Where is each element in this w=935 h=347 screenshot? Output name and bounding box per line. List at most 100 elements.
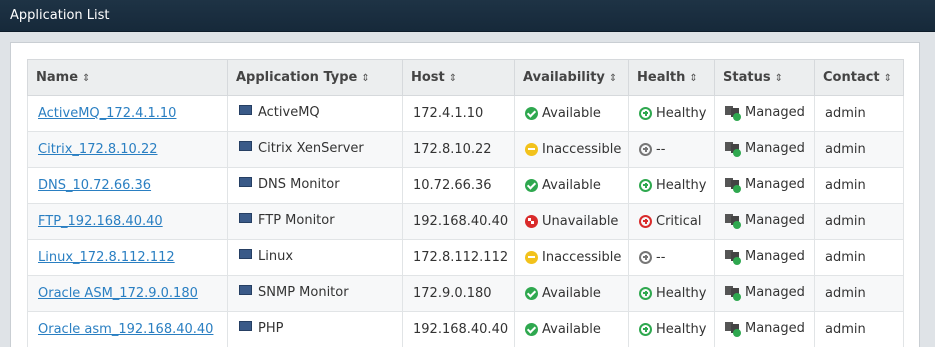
cell-application-type: DNS Monitor xyxy=(227,167,403,204)
health-icon xyxy=(639,106,652,120)
cell-availability: Available xyxy=(514,275,629,312)
cell-health: -- xyxy=(628,131,715,168)
column-header-name[interactable]: Name ⇕ xyxy=(27,59,228,96)
availability-label: Available xyxy=(542,177,601,193)
application-type-label: FTP Monitor xyxy=(258,213,335,228)
sort-icon[interactable]: ⇕ xyxy=(82,73,90,84)
cell-status: Managed xyxy=(714,203,815,240)
cell-application-type: Linux xyxy=(227,239,403,276)
managed-icon xyxy=(725,249,741,265)
application-table: Name ⇕ Application Type ⇕ Host ⇕ Availabili… xyxy=(27,59,904,347)
application-link[interactable]: FTP_192.168.40.40 xyxy=(38,214,163,229)
availability-label: Available xyxy=(542,285,601,301)
health-label: Critical xyxy=(656,213,702,229)
cell-health: Healthy xyxy=(628,95,715,132)
cell-contact: admin xyxy=(814,239,904,276)
cell-contact: admin xyxy=(814,311,904,347)
cell-application-type: FTP Monitor xyxy=(227,203,403,240)
activemq-icon xyxy=(238,104,254,121)
health-label: Healthy xyxy=(656,285,707,301)
cell-availability: Available xyxy=(514,311,629,347)
health-label: Healthy xyxy=(656,105,707,121)
sort-icon[interactable]: ⇕ xyxy=(449,73,457,84)
managed-icon xyxy=(725,213,741,229)
column-header-availability[interactable]: Availability ⇕ xyxy=(514,59,629,96)
column-header-status[interactable]: Status ⇕ xyxy=(714,59,815,96)
cell-name: FTP_192.168.40.40 xyxy=(27,203,228,240)
availability-label: Inaccessible xyxy=(542,249,622,265)
health-icon xyxy=(639,250,652,264)
sort-icon[interactable]: ⇕ xyxy=(609,73,617,84)
cell-name: Linux_172.8.112.112 xyxy=(27,239,228,276)
managed-icon xyxy=(725,285,741,301)
status-label: Managed xyxy=(745,321,805,336)
application-type-label: SNMP Monitor xyxy=(258,285,349,300)
health-icon xyxy=(639,214,652,228)
cell-contact: admin xyxy=(814,95,904,132)
status-label: Managed xyxy=(745,213,805,228)
linux-icon xyxy=(238,248,254,265)
column-header-contact[interactable]: Contact ⇕ xyxy=(814,59,904,96)
application-link[interactable]: Oracle asm_192.168.40.40 xyxy=(38,322,213,337)
sort-icon[interactable]: ⇕ xyxy=(775,73,783,84)
cell-contact: admin xyxy=(814,131,904,168)
application-link[interactable]: Citrix_172.8.10.22 xyxy=(38,142,158,157)
snmp-icon xyxy=(238,284,254,301)
cell-availability: Available xyxy=(514,95,629,132)
sort-icon[interactable]: ⇕ xyxy=(361,73,369,84)
dns-icon xyxy=(238,176,254,193)
availability-label: Available xyxy=(542,105,601,121)
application-list-panel: Name ⇕ Application Type ⇕ Host ⇕ Availabili… xyxy=(10,42,920,347)
table-header-row: Name ⇕ Application Type ⇕ Host ⇕ Availabili… xyxy=(27,59,904,96)
managed-icon xyxy=(725,141,741,157)
column-header-health[interactable]: Health ⇕ xyxy=(628,59,715,96)
cell-status: Managed xyxy=(714,167,815,204)
application-link[interactable]: Linux_172.8.112.112 xyxy=(38,250,175,265)
table-row[interactable]: FTP_192.168.40.40 FTP Monitor 192.168.40.4… xyxy=(27,203,904,240)
cell-contact: admin xyxy=(814,275,904,312)
cell-status: Managed xyxy=(714,131,815,168)
table-row[interactable]: ActiveMQ_172.4.1.10 ActiveMQ 172.4.1.10 Ava… xyxy=(27,95,904,132)
table-row[interactable]: Citrix_172.8.10.22 Citrix XenServer 172.8.… xyxy=(27,131,904,168)
application-type-label: ActiveMQ xyxy=(258,105,320,120)
column-header-host[interactable]: Host ⇕ xyxy=(402,59,515,96)
cell-contact: admin xyxy=(814,203,904,240)
availability-icon xyxy=(525,322,538,336)
cell-status: Managed xyxy=(714,239,815,276)
cell-application-type: Citrix XenServer xyxy=(227,131,403,168)
content-area: Name ⇕ Application Type ⇕ Host ⇕ Availabili… xyxy=(0,32,935,347)
cell-availability: Available xyxy=(514,167,629,204)
cell-availability: Unavailable xyxy=(514,203,629,240)
application-type-label: DNS Monitor xyxy=(258,177,340,192)
cell-availability: Inaccessible xyxy=(514,131,629,168)
window-title: Application List xyxy=(0,0,935,32)
table-row[interactable]: DNS_10.72.66.36 DNS Monitor 10.72.66.36 Ava… xyxy=(27,167,904,204)
table-row[interactable]: Oracle ASM_172.9.0.180 SNMP Monitor 172.9.… xyxy=(27,275,904,312)
cell-availability: Inaccessible xyxy=(514,239,629,276)
table-row[interactable]: Linux_172.8.112.112 Linux 172.8.112.112 Ina… xyxy=(27,239,904,276)
status-label: Managed xyxy=(745,177,805,192)
managed-icon xyxy=(725,177,741,193)
cell-host: 172.8.10.22 xyxy=(402,131,515,168)
cell-health: Healthy xyxy=(628,311,715,347)
application-type-label: PHP xyxy=(258,321,284,336)
availability-icon xyxy=(525,286,538,300)
citrix-xen-icon xyxy=(238,140,254,157)
cell-application-type: ActiveMQ xyxy=(227,95,403,132)
application-link[interactable]: Oracle ASM_172.9.0.180 xyxy=(38,286,198,301)
column-header-application-type[interactable]: Application Type ⇕ xyxy=(227,59,403,96)
health-label: Healthy xyxy=(656,321,707,337)
cell-status: Managed xyxy=(714,311,815,347)
ftp-icon xyxy=(238,212,254,229)
sort-icon[interactable]: ⇕ xyxy=(689,73,697,84)
cell-host: 10.72.66.36 xyxy=(402,167,515,204)
availability-icon xyxy=(525,178,538,192)
health-label: Healthy xyxy=(656,177,707,193)
sort-icon[interactable]: ⇕ xyxy=(884,73,892,84)
application-link[interactable]: DNS_10.72.66.36 xyxy=(38,178,151,193)
application-link[interactable]: ActiveMQ_172.4.1.10 xyxy=(38,106,176,121)
status-label: Managed xyxy=(745,141,805,156)
cell-health: Healthy xyxy=(628,167,715,204)
status-label: Managed xyxy=(745,249,805,264)
table-row[interactable]: Oracle asm_192.168.40.40 PHP 192.168.40.40… xyxy=(27,311,904,347)
